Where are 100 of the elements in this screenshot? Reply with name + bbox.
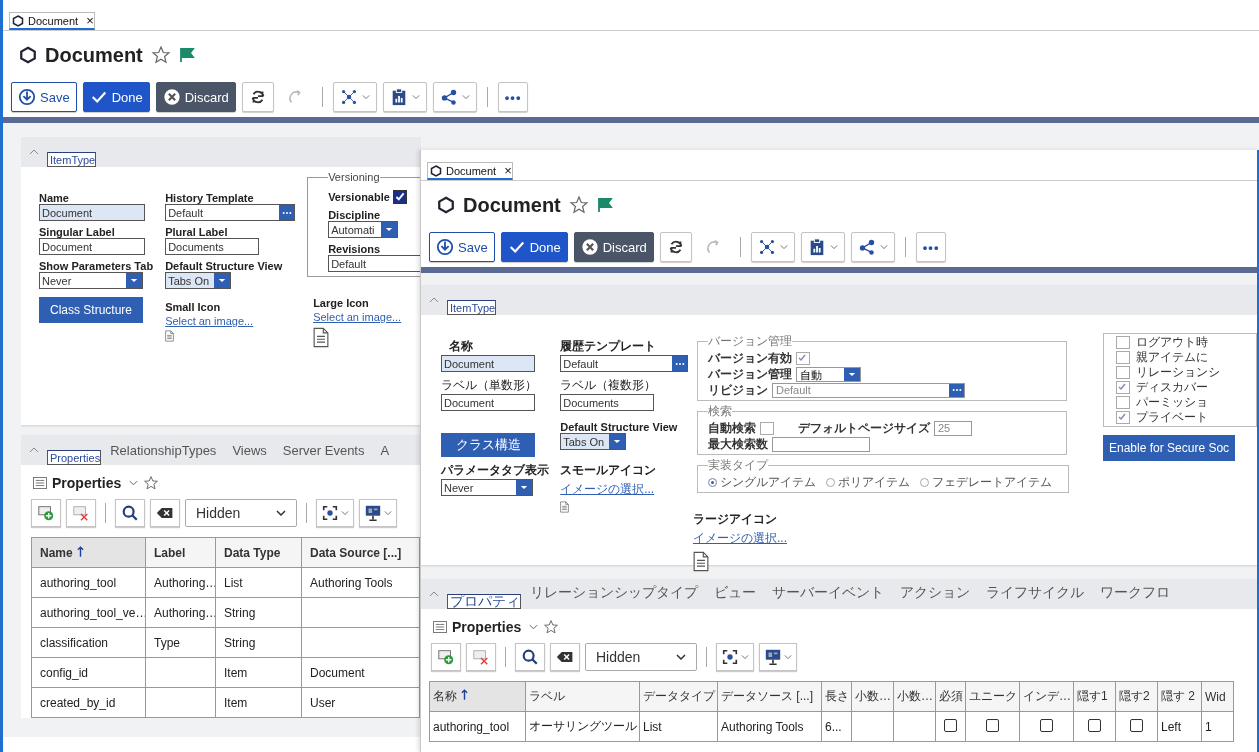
plural-label-field[interactable]: Documents xyxy=(165,238,260,255)
checkbox[interactable] xyxy=(1116,351,1130,364)
history-template-field[interactable]: Default xyxy=(560,355,689,372)
checkbox[interactable] xyxy=(796,351,810,365)
column-header[interactable]: ラベル xyxy=(525,681,640,712)
discard-button[interactable]: Discard xyxy=(155,82,236,112)
more-button[interactable]: ••• xyxy=(915,232,947,262)
clear-search-button[interactable] xyxy=(150,499,180,527)
browse-button[interactable] xyxy=(949,383,964,397)
itemtype-tab[interactable]: ItemType xyxy=(447,300,497,315)
radio-option[interactable]: シングルアイテム xyxy=(708,473,816,491)
column-header[interactable]: Wid xyxy=(1201,681,1234,712)
done-button[interactable]: Done xyxy=(82,82,150,112)
filter-dropdown[interactable]: Hidden xyxy=(185,499,297,527)
layout-button[interactable] xyxy=(759,643,797,671)
discard-button[interactable]: Discard xyxy=(573,232,654,262)
refresh-button[interactable] xyxy=(659,232,692,262)
browse-button[interactable] xyxy=(672,356,688,371)
close-button[interactable]: × xyxy=(504,163,512,178)
document-tab[interactable]: Document × xyxy=(427,162,513,180)
radio-option[interactable]: フェデレートアイテム xyxy=(920,473,1052,491)
checkbox[interactable] xyxy=(986,718,999,732)
star-icon[interactable] xyxy=(568,195,589,215)
structure-view-dropdown[interactable]: Tabs On xyxy=(165,272,232,289)
history-template-field[interactable]: Default xyxy=(165,204,296,221)
delete-row-button[interactable] xyxy=(466,643,496,671)
checkbox[interactable] xyxy=(1116,411,1130,424)
chevron-down-icon[interactable] xyxy=(529,624,539,630)
properties-tab[interactable]: A xyxy=(373,436,397,465)
network-button[interactable] xyxy=(750,232,795,262)
network-button[interactable] xyxy=(332,82,377,112)
properties-tab[interactable]: Views xyxy=(225,436,274,465)
checkbox[interactable] xyxy=(1130,718,1143,732)
checkbox[interactable] xyxy=(760,421,774,435)
filter-dropdown[interactable]: Hidden xyxy=(585,643,697,671)
properties-tab[interactable]: プロパティ xyxy=(447,594,521,609)
star-icon[interactable] xyxy=(543,619,560,635)
page-size-field[interactable]: 25 xyxy=(934,420,972,436)
share-button[interactable] xyxy=(432,82,477,112)
column-header[interactable]: インデ… xyxy=(1019,681,1074,712)
report-button[interactable] xyxy=(800,232,845,262)
properties-tab[interactable]: リレーションシップタイプ xyxy=(523,577,705,609)
properties-tab[interactable]: ライフサイクル xyxy=(979,577,1091,609)
column-header[interactable]: 小数… xyxy=(893,681,936,712)
show-parameters-dropdown[interactable]: Never xyxy=(39,272,143,289)
name-field[interactable]: Document xyxy=(39,204,145,221)
properties-tab[interactable]: ビュー xyxy=(707,577,763,609)
checkbox[interactable] xyxy=(1116,396,1130,409)
select-image-link[interactable]: イメージの選択... xyxy=(560,481,697,498)
column-header[interactable]: データタイプ xyxy=(639,681,718,712)
secure-social-button[interactable]: Enable for Secure Soc xyxy=(1103,435,1236,461)
select-image-link[interactable]: イメージの選択... xyxy=(693,530,1067,547)
column-header[interactable]: 小数… xyxy=(851,681,894,712)
properties-tab[interactable]: Server Events xyxy=(275,436,372,465)
flag-icon[interactable] xyxy=(178,47,195,63)
singular-label-field[interactable]: Document xyxy=(39,238,145,255)
column-header[interactable]: ユニーク xyxy=(965,681,1020,712)
itemtype-tab[interactable]: ItemType xyxy=(47,152,97,167)
structure-view-dropdown[interactable]: Tabs On xyxy=(560,433,627,450)
radio-option[interactable]: ポリアイテム xyxy=(826,473,910,491)
checkbox[interactable] xyxy=(1040,718,1053,732)
done-button[interactable]: Done xyxy=(500,232,568,262)
more-button[interactable]: ••• xyxy=(497,82,529,112)
share-button[interactable] xyxy=(850,232,895,262)
properties-tab[interactable]: ワークフロ xyxy=(1093,577,1177,609)
properties-tab[interactable]: RelationshipTypes xyxy=(103,436,224,465)
close-button[interactable]: × xyxy=(86,13,94,28)
target-button[interactable] xyxy=(316,499,354,527)
checkbox[interactable] xyxy=(392,190,407,204)
revisions-field[interactable]: Default xyxy=(772,382,965,398)
column-header[interactable]: Data Source [...] xyxy=(301,537,420,568)
layout-button[interactable] xyxy=(359,499,397,527)
plural-label-field[interactable]: Documents xyxy=(560,394,655,411)
checkbox[interactable] xyxy=(1116,336,1130,349)
refresh-button[interactable] xyxy=(241,82,274,112)
class-structure-button[interactable]: クラス構造 xyxy=(441,433,535,457)
report-button[interactable] xyxy=(382,82,427,112)
properties-tab[interactable]: Properties xyxy=(47,450,102,465)
document-tab[interactable]: Document × xyxy=(9,12,95,30)
column-header[interactable]: 必須 xyxy=(935,681,966,712)
checkbox[interactable] xyxy=(944,718,957,732)
select-image-link[interactable]: Select an image... xyxy=(165,315,296,327)
star-icon[interactable] xyxy=(150,45,171,65)
column-header[interactable]: 隠す1 xyxy=(1073,681,1116,712)
select-image-link[interactable]: Select an image... xyxy=(313,311,421,323)
browse-button[interactable] xyxy=(279,205,295,220)
checkbox[interactable] xyxy=(1116,366,1130,379)
column-header[interactable]: データソース [...] xyxy=(717,681,822,712)
target-button[interactable] xyxy=(716,643,754,671)
collapse-icon[interactable] xyxy=(29,149,39,155)
flag-icon[interactable] xyxy=(596,197,613,213)
add-row-button[interactable] xyxy=(431,643,461,671)
chevron-down-icon[interactable] xyxy=(129,480,139,486)
class-structure-button[interactable]: Class Structure xyxy=(39,297,144,323)
discipline-dropdown[interactable]: Automati xyxy=(328,221,399,238)
add-row-button[interactable] xyxy=(31,499,61,527)
column-header[interactable]: 名称 xyxy=(429,681,526,712)
checkbox[interactable] xyxy=(1116,381,1130,394)
column-header[interactable]: 隠す2 xyxy=(1115,681,1158,712)
collapse-icon[interactable] xyxy=(429,591,439,597)
